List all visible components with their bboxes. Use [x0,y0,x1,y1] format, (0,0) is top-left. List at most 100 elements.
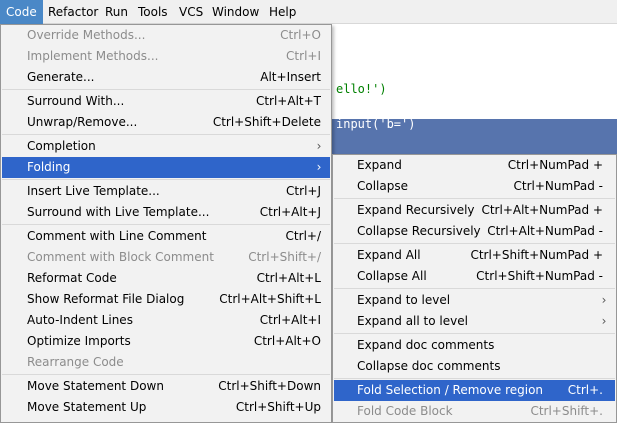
menu-vcs[interactable]: VCS [173,0,209,24]
menu-run[interactable]: Run [99,0,134,24]
chevron-right-icon: › [316,139,322,153]
menu-item-shortcut: Ctrl+Shift+. [530,404,603,418]
menu-item-shortcut: Ctrl+. [567,383,603,397]
menu-item-shortcut: Ctrl+Alt+NumPad - [487,224,603,238]
menu-item-expand[interactable]: Expand Ctrl+NumPad + [334,155,615,176]
menu-item-rearrange-code[interactable]: Rearrange Code [2,352,330,373]
menu-item-move-statement-down[interactable]: Move Statement Down Ctrl+Shift+Down [2,376,330,397]
code-line: input('b=') [336,117,416,131]
menu-item-label: Surround With... [27,94,125,108]
menu-item-shortcut: Ctrl+Alt+NumPad + [481,203,603,217]
menu-item-comment-block[interactable]: Comment with Block Comment Ctrl+Shift+/ [2,247,330,268]
menu-item-shortcut: Ctrl+I [286,49,321,63]
menu-item-label: Move Statement Up [27,400,147,414]
menu-item-shortcut: Ctrl+NumPad + [507,158,603,172]
menu-item-unwrap-remove[interactable]: Unwrap/Remove... Ctrl+Shift+Delete [2,112,330,133]
menu-item-folding[interactable]: Folding › [2,157,330,178]
menu-item-label: Generate... [27,70,95,84]
menu-item-label: Override Methods... [27,28,146,42]
menu-item-move-statement-up[interactable]: Move Statement Up Ctrl+Shift+Up [2,397,330,418]
menu-window[interactable]: Window [206,0,265,24]
menu-item-label: Expand doc comments [357,338,495,352]
menu-item-label: Move Statement Down [27,379,164,393]
menu-item-label: Expand [357,158,402,172]
menu-item-label: Rearrange Code [27,355,124,369]
menu-item-label: Fold Code Block [357,404,453,418]
menu-item-label: Collapse [357,179,408,193]
menu-separator [2,89,330,90]
menu-separator [334,333,615,334]
menu-item-label: Collapse doc comments [357,359,501,373]
menu-separator [334,198,615,199]
menu-item-shortcut: Ctrl+Alt+L [256,271,321,285]
menu-item-collapse[interactable]: Collapse Ctrl+NumPad - [334,176,615,197]
menu-separator [2,374,330,375]
menu-item-shortcut: Ctrl+Shift+NumPad + [470,248,603,262]
menu-item-label: Insert Live Template... [27,184,160,198]
menu-item-expand-doc-comments[interactable]: Expand doc comments [334,335,615,356]
menu-item-shortcut: Ctrl+Shift+Up [235,400,321,414]
menu-item-collapse-recursively[interactable]: Collapse Recursively Ctrl+Alt+NumPad - [334,221,615,242]
menu-separator [2,134,330,135]
menu-item-label: Show Reformat File Dialog [27,292,185,306]
menu-bar: Code Refactor Run Tools VCS Window Help [0,0,617,24]
menu-item-insert-live-template[interactable]: Insert Live Template... Ctrl+J [2,181,330,202]
menu-item-expand-all-to-level[interactable]: Expand all to level › [334,311,615,332]
menu-item-shortcut: Ctrl+O [280,28,321,42]
menu-item-label: Optimize Imports [27,334,131,348]
menu-item-show-reformat-dialog[interactable]: Show Reformat File Dialog Ctrl+Alt+Shift… [2,289,330,310]
menu-item-surround-with[interactable]: Surround With... Ctrl+Alt+T [2,91,330,112]
menu-item-label: Expand All [357,248,421,262]
menu-tools[interactable]: Tools [132,0,174,24]
menu-item-fold-selection[interactable]: Fold Selection / Remove region Ctrl+. [334,380,615,401]
menu-item-label: Fold Selection / Remove region [357,383,544,397]
menu-item-shortcut: Alt+Insert [260,70,321,84]
menu-item-generate[interactable]: Generate... Alt+Insert [2,67,330,88]
menu-item-label: Implement Methods... [27,49,159,63]
menu-item-shortcut: Ctrl+J [286,184,321,198]
menu-item-reformat-code[interactable]: Reformat Code Ctrl+Alt+L [2,268,330,289]
menu-item-override-methods[interactable]: Override Methods... Ctrl+O [2,25,330,46]
menu-item-fold-code-block[interactable]: Fold Code Block Ctrl+Shift+. [334,401,615,422]
menu-item-label: Expand Recursively [357,203,475,217]
menu-code[interactable]: Code [0,0,43,24]
menu-item-completion[interactable]: Completion › [2,136,330,157]
menu-item-shortcut: Ctrl+Alt+T [255,94,321,108]
menu-item-implement-methods[interactable]: Implement Methods... Ctrl+I [2,46,330,67]
menu-item-auto-indent[interactable]: Auto-Indent Lines Ctrl+Alt+I [2,310,330,331]
menu-separator [2,179,330,180]
menu-item-label: Surround with Live Template... [27,205,210,219]
code-line: input('a=') [336,100,416,114]
menu-item-expand-recursively[interactable]: Expand Recursively Ctrl+Alt+NumPad + [334,200,615,221]
menu-item-surround-with-live-template[interactable]: Surround with Live Template... Ctrl+Alt+… [2,202,330,223]
menu-item-shortcut: Ctrl+NumPad - [513,179,604,193]
menu-item-shortcut: Ctrl+Alt+O [253,334,321,348]
menu-item-shortcut: Ctrl+Shift+Delete [212,115,321,129]
menu-item-expand-to-level[interactable]: Expand to level › [334,290,615,311]
menu-item-comment-line[interactable]: Comment with Line Comment Ctrl+/ [2,226,330,247]
menu-item-label: Completion [27,139,96,153]
menu-item-label: Comment with Block Comment [27,250,214,264]
menu-item-expand-all[interactable]: Expand All Ctrl+Shift+NumPad + [334,245,615,266]
menu-item-shortcut: Ctrl+/ [285,229,321,243]
menu-separator [334,288,615,289]
menu-item-collapse-all[interactable]: Collapse All Ctrl+Shift+NumPad - [334,266,615,287]
menu-item-label: Collapse All [357,269,427,283]
chevron-right-icon: › [601,314,607,328]
code-menu: Override Methods... Ctrl+O Implement Met… [0,24,332,423]
menu-item-collapse-doc-comments[interactable]: Collapse doc comments [334,356,615,377]
menu-item-label: Reformat Code [27,271,117,285]
menu-item-shortcut: Ctrl+Alt+I [259,313,321,327]
menu-item-optimize-imports[interactable]: Optimize Imports Ctrl+Alt+O [2,331,330,352]
menu-item-label: Expand to level [357,293,451,307]
menu-refactor[interactable]: Refactor [42,0,104,24]
chevron-right-icon: › [601,293,607,307]
menu-separator [334,243,615,244]
menu-item-label: Collapse Recursively [357,224,481,238]
menu-item-label: Folding [27,160,71,174]
menu-item-shortcut: Ctrl+Alt+Shift+L [219,292,321,306]
folding-submenu: Expand Ctrl+NumPad + Collapse Ctrl+NumPa… [332,154,617,423]
menu-help[interactable]: Help [263,0,302,24]
menu-separator [334,378,615,379]
menu-item-label: Auto-Indent Lines [27,313,133,327]
